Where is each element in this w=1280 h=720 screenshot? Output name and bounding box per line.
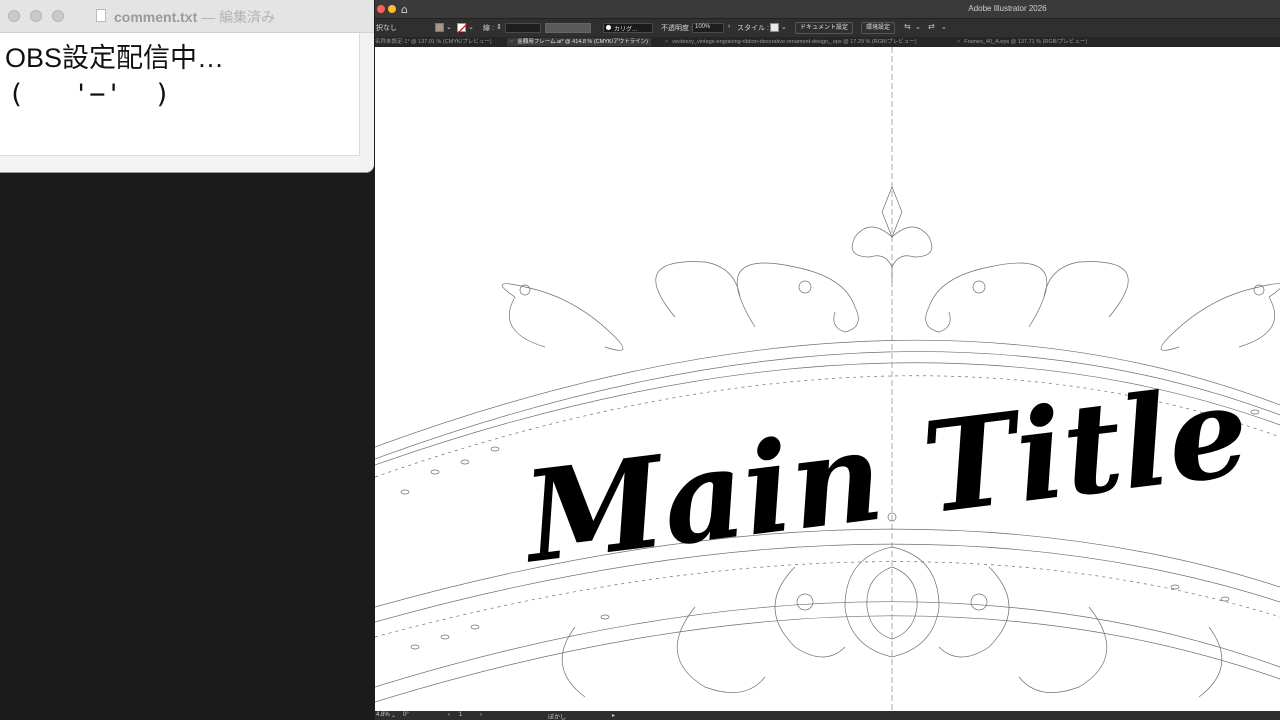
stroke-label: 線 :: [483, 25, 494, 32]
prev-artboard-icon[interactable]: ‹: [448, 712, 450, 718]
text-editor-window: comment.txt — 編集済み OBS設定配信中… ( '−' ): [0, 0, 374, 172]
brush-dot-icon: [606, 25, 611, 30]
zoom-button[interactable]: [52, 10, 64, 22]
illustrator-titlebar: ⌂ Adobe Illustrator 2026: [375, 0, 1280, 18]
app-title: Adobe Illustrator 2026: [968, 4, 1047, 13]
zoom-level[interactable]: 4.8%: [376, 712, 390, 718]
opacity-field[interactable]: 100%: [692, 23, 724, 33]
chevron-down-icon[interactable]: ⌄: [391, 712, 396, 719]
banner-arc-bottom-2: [375, 543, 1280, 623]
minimize-button[interactable]: [30, 10, 42, 22]
brush-definition[interactable]: カリグ...: [603, 23, 653, 33]
banner-arc-bottom-3: [375, 601, 1280, 688]
stroke-swatch[interactable]: [457, 23, 467, 33]
artwork-outline: Main Title: [375, 47, 1280, 711]
main-title-text: Main Title: [513, 358, 1256, 592]
artboard-canvas[interactable]: Main Title: [375, 47, 1280, 711]
status-bar: 4.8% ⌄ 0° ‹ 1 › ぼかし ▸: [375, 711, 1280, 720]
tab-untitled-1[interactable]: 名称未設定-1* @ 137.01 % (CMYK/プレビュー): [375, 38, 492, 46]
control-bar: 択なし ⌄ ⌄ 線 : ⇕ カリグ... 不透明度 : 100% › スタイル …: [375, 18, 1280, 37]
rotation-value[interactable]: 0°: [403, 712, 409, 718]
chevron-down-icon[interactable]: ⌄: [941, 23, 947, 31]
close-icon[interactable]: ×: [665, 39, 668, 45]
arrange-icon[interactable]: ⇆: [904, 22, 911, 31]
play-icon[interactable]: ▸: [612, 712, 615, 719]
text-line-1: OBS設定配信中…: [5, 43, 225, 73]
current-tool: ぼかし: [548, 715, 567, 720]
editor-scrollbar[interactable]: [360, 33, 374, 172]
document-icon: [96, 9, 106, 22]
opacity-value: 100%: [695, 24, 711, 30]
editor-title: comment.txt — 編集済み: [114, 9, 276, 25]
illustrator-window: ⌂ Adobe Illustrator 2026 択なし ⌄ ⌄ 線 : ⇕ カ…: [375, 0, 1280, 720]
document-setup-button[interactable]: ドキュメント設定: [795, 22, 854, 34]
next-artboard-icon[interactable]: ›: [480, 712, 482, 718]
brush-label: カリグ...: [614, 27, 638, 33]
artboard-number[interactable]: 1: [459, 712, 462, 718]
chevron-down-icon[interactable]: ⌄: [781, 23, 787, 31]
chevron-right-icon[interactable]: ›: [728, 23, 730, 30]
tab-vecteezy-eps[interactable]: × vecteezy_vintage-engraving-ribbon-decor…: [665, 38, 917, 46]
chevron-down-icon[interactable]: ⌄: [446, 23, 452, 31]
variable-width-profile[interactable]: [545, 23, 591, 33]
text-line-2: ( '−' ): [8, 79, 171, 110]
edited-status: — 編集済み: [201, 9, 276, 25]
style-label: スタイル :: [737, 25, 769, 32]
transform-icon[interactable]: ⇄: [928, 22, 935, 31]
editor-text-area[interactable]: OBS設定配信中… ( '−' ): [0, 33, 360, 156]
close-icon[interactable]: ×: [510, 39, 513, 45]
chevron-down-icon[interactable]: ⌄: [468, 23, 474, 31]
document-tabs: 名称未設定-1* @ 137.01 % (CMYK/プレビュー) × 金額用フレー…: [375, 37, 1280, 47]
selection-status: 択なし: [376, 25, 397, 32]
graphic-style-swatch[interactable]: [770, 23, 779, 32]
banner-arc-bottom-4: [375, 615, 1280, 703]
opacity-label: 不透明度 :: [661, 25, 693, 32]
close-icon[interactable]: ×: [957, 39, 960, 45]
chevron-down-icon[interactable]: ⌄: [915, 23, 921, 31]
tab-frame-ai[interactable]: × 金額用フレーム.ai* @ 414.8 % (CMYK/アウトライン): [507, 38, 651, 46]
preferences-button[interactable]: 環境設定: [861, 22, 896, 34]
stroke-weight-field[interactable]: [505, 23, 541, 33]
tab-frames-40[interactable]: × Frames_40_A.eps @ 137.71 % (RGB/プレビュー): [957, 38, 1087, 46]
editor-titlebar: comment.txt — 編集済み: [0, 0, 374, 33]
fill-swatch[interactable]: [435, 23, 444, 32]
stepper-icon[interactable]: ⇕: [496, 23, 502, 31]
close-button[interactable]: [8, 10, 20, 22]
